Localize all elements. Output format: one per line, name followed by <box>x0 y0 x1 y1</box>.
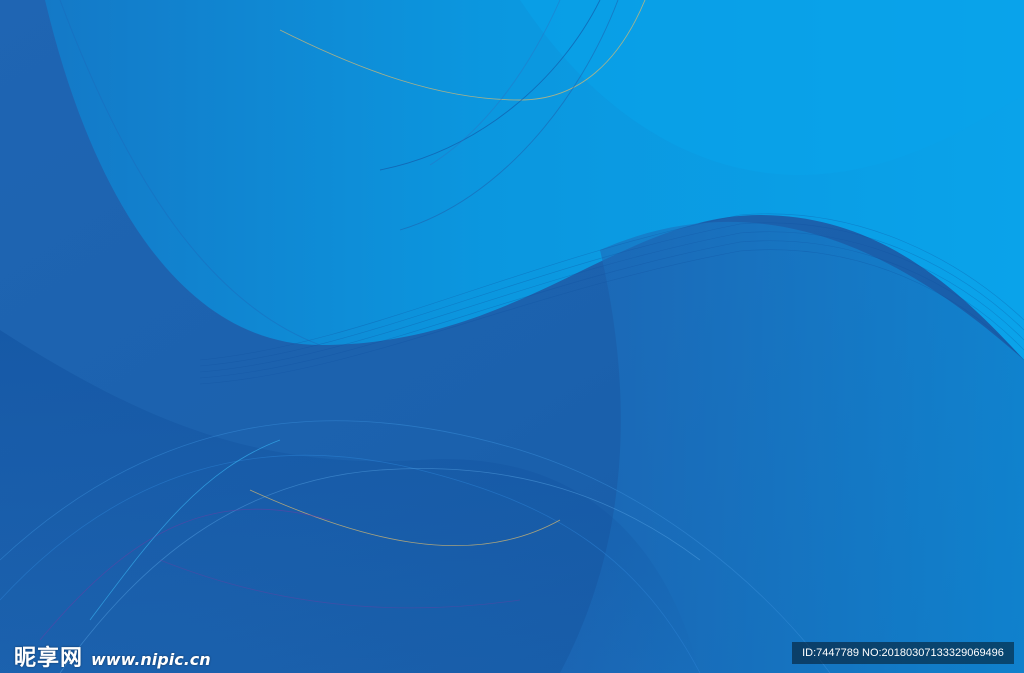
site-name-cn: 昵享网 <box>14 646 84 671</box>
abstract-wave-background: 昵享网 www.nipic.cn ID:7447789 NO:201803071… <box>0 0 1024 673</box>
image-id-label: ID:7447789 NO:20180307133329069496 <box>792 642 1014 664</box>
wave-artwork <box>0 0 1024 673</box>
site-url: www.nipic.cn <box>91 650 211 669</box>
site-watermark-logo: 昵享网 www.nipic.cn <box>14 640 211 672</box>
